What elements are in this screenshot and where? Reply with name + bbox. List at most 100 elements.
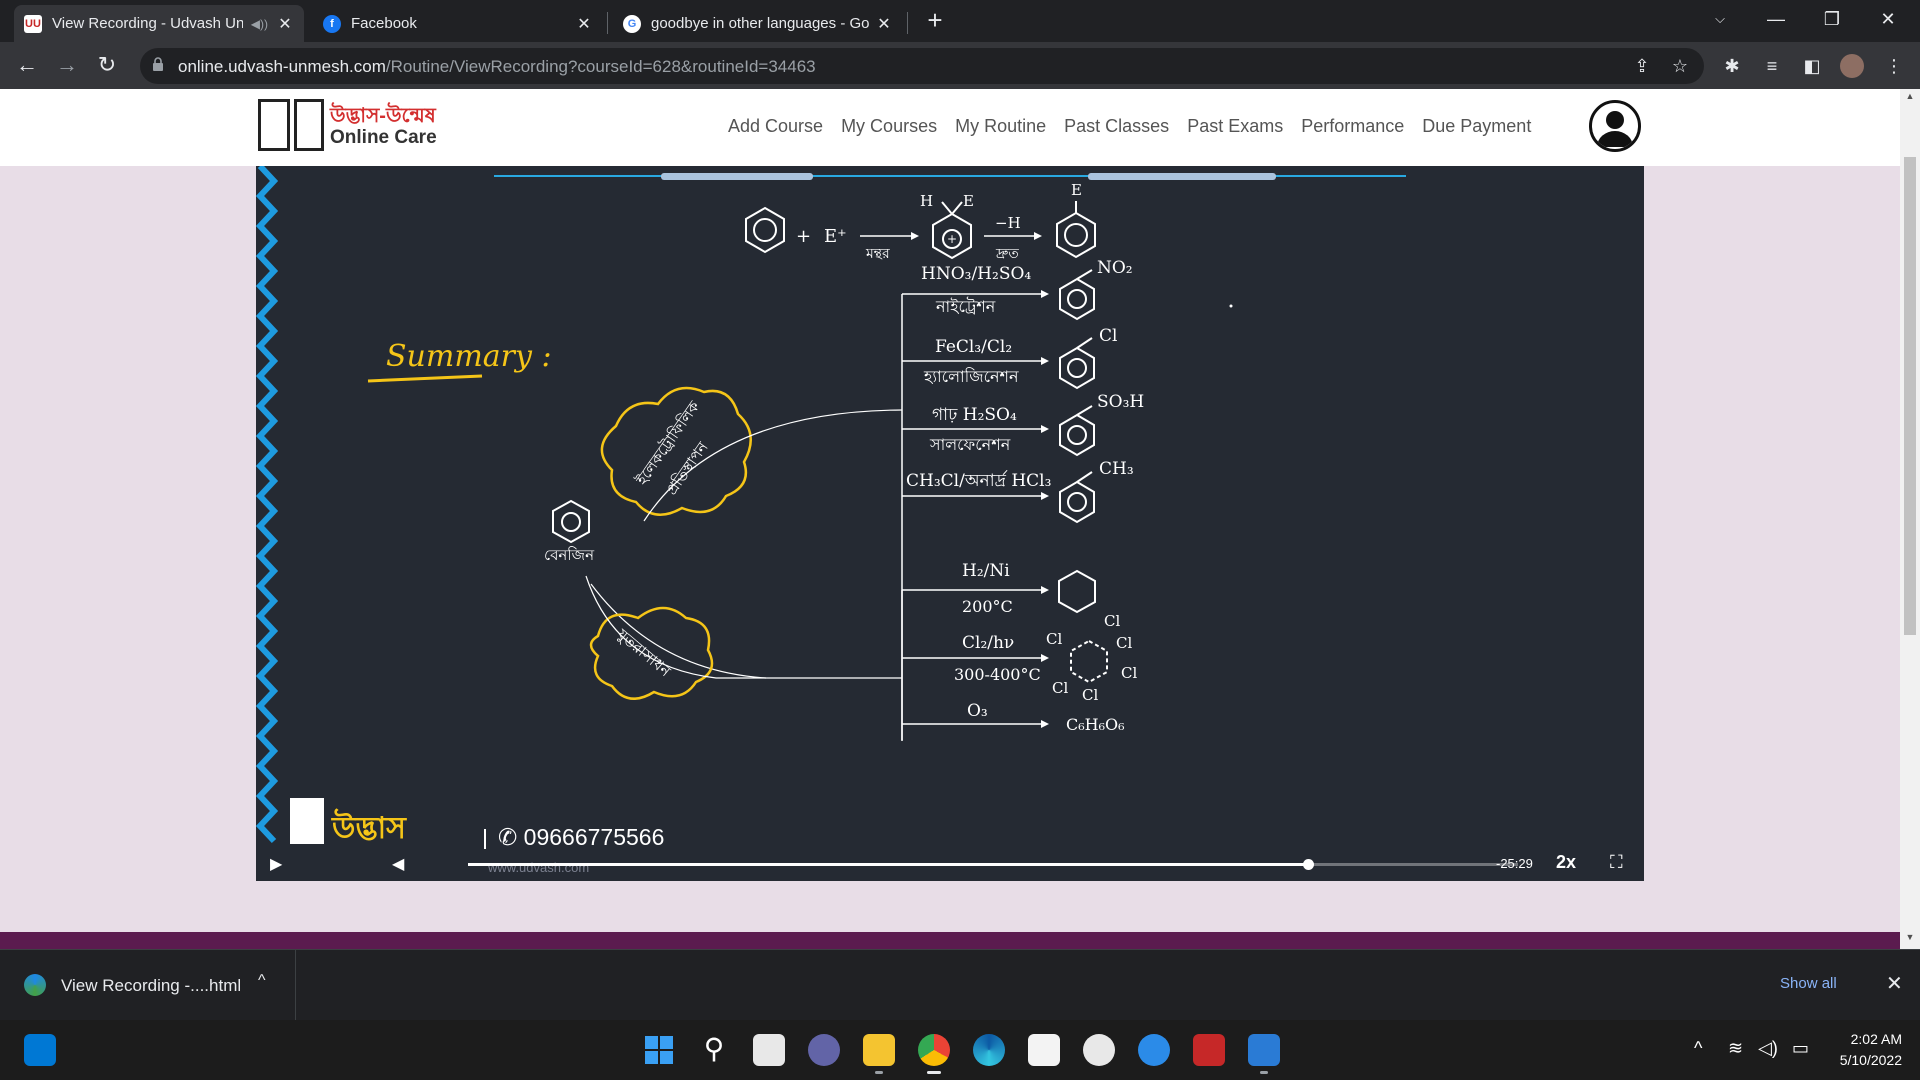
scroll-down-icon[interactable]: ▼ [1900,932,1920,942]
side-panel-icon[interactable]: ◧ [1800,54,1824,78]
logo-mark-u [258,99,290,151]
tab-divider [907,12,908,34]
help-icon[interactable] [1138,1034,1170,1066]
tray-chevron-icon[interactable]: ^ [1694,1038,1702,1059]
plus-sign: + [796,226,811,247]
bookmark-star-icon[interactable]: ☆ [1668,54,1692,78]
wifi-icon[interactable]: ≋ [1728,1038,1743,1059]
reagent-sulfonation: গাঢ় H₂SO₄ [932,405,1017,425]
user-profile-icon[interactable] [1589,100,1641,152]
new-tab-button[interactable]: + [920,6,950,36]
tab-close-icon[interactable]: ✕ [575,14,593,34]
reagent-hydrogenation: H₂/Ni [962,561,1010,581]
store-icon[interactable] [1028,1034,1060,1066]
tab-audio-icon[interactable]: ◀︎)) [251,17,268,31]
forward-icon[interactable]: → [52,50,82,80]
address-bar[interactable]: online.udvash-unmesh.com/Routine/ViewRec… [140,48,1704,84]
back-icon[interactable]: ← [12,50,42,80]
cyclohexane [1058,569,1096,614]
nav-my-routine[interactable]: My Routine [955,116,1046,137]
nav-performance[interactable]: Performance [1301,116,1404,137]
restore-icon[interactable]: ❐ [1804,0,1860,38]
playback-speed[interactable]: 2x [1556,852,1576,873]
benzene-center [552,499,590,544]
fast-arrowhead [1034,232,1042,240]
seek-knob[interactable] [1303,859,1314,870]
site-header: উদ্ভাস-উন্মেষ Online Care Add Course My … [0,89,1900,166]
download-filename: View Recording -....html [61,976,242,995]
battery-icon[interactable]: ▭ [1792,1038,1809,1059]
nav-due-payment[interactable]: Due Payment [1422,116,1531,137]
e-label-product: E [1071,181,1082,199]
tab-view-recording[interactable]: UU View Recording - Udvash Un ◀︎)) ✕ [14,5,304,42]
menu-kebab-icon[interactable]: ⋮ [1882,54,1906,78]
hcc-cl-2: Cl [1116,634,1132,652]
mcafee-icon[interactable] [1193,1034,1225,1066]
share-icon[interactable]: ⇪ [1630,54,1654,78]
tab-google[interactable]: G goodbye in other languages - Go ✕ [613,5,903,42]
nav-past-classes[interactable]: Past Classes [1064,116,1169,137]
video-player[interactable]: + E⁺ মন্থর + H E −H দ্রুত E Summary : HN… [256,166,1644,881]
teams-chat-icon[interactable] [808,1034,840,1066]
tab-close-icon[interactable]: ✕ [276,14,294,34]
substituted-benzene [1056,201,1096,259]
tab-close-icon[interactable]: ✕ [875,14,893,34]
media-controls-icon[interactable]: ≡ [1760,54,1784,78]
brand-mark [290,798,324,844]
product-sulfonic: SO₃H [1097,392,1144,412]
task-view-icon[interactable] [753,1034,785,1066]
name-sulfonation: সালফেনেশন [929,435,1011,454]
download-item[interactable]: View Recording -....html ^ [0,950,296,1021]
profile-avatar-icon[interactable] [1840,54,1864,78]
app-icon[interactable] [1083,1034,1115,1066]
nav-my-courses[interactable]: My Courses [841,116,937,137]
play-icon[interactable]: ▶ [270,854,282,874]
page-scrollbar[interactable]: ▲ ▼ [1900,89,1920,949]
arrowhead [1041,290,1049,298]
speaker-icon[interactable]: ◁) [1758,1038,1778,1059]
show-all-button[interactable]: Show all [1780,975,1837,992]
summary-underline [367,374,483,383]
fullscreen-icon[interactable]: ⛶ [1610,852,1623,873]
widgets-icon[interactable] [24,1034,56,1066]
nav-past-exams[interactable]: Past Exams [1187,116,1283,137]
arrowhead [1041,586,1049,594]
close-shelf-icon[interactable]: ✕ [1886,971,1903,996]
volume-icon[interactable]: ◀ [392,854,404,874]
chevron-up-icon[interactable]: ^ [258,972,266,990]
tab-title: Facebook [351,15,417,32]
udvash-logo[interactable]: উদ্ভাস-উন্মেষ Online Care [258,99,443,155]
minimize-icon[interactable]: — [1748,0,1804,38]
close-window-icon[interactable]: ✕ [1860,0,1916,38]
running-indicator [1260,1071,1268,1074]
search-icon[interactable]: ⚲ [698,1034,730,1066]
edge-file-icon [24,974,46,996]
extensions-icon[interactable]: ✱ [1720,54,1744,78]
nitrobenzene [1059,269,1095,321]
edge-icon[interactable] [973,1034,1005,1066]
scroll-up-icon[interactable]: ▲ [1900,91,1920,101]
h-label: H [920,192,933,210]
logo-mark-flame [294,99,324,151]
product-methyl: CH₃ [1099,459,1134,479]
start-icon[interactable] [643,1034,675,1066]
tab-search-chevron-icon[interactable]: ⌵ [1692,0,1748,38]
tab-facebook[interactable]: f Facebook ✕ [313,5,603,42]
seek-bar[interactable] [468,859,1518,870]
photos-icon[interactable] [1248,1034,1280,1074]
reload-icon[interactable]: ↻ [92,50,122,80]
chrome-icon[interactable] [918,1034,950,1074]
arrowhead [1041,357,1049,365]
hcc-cl-3: Cl [1121,664,1137,682]
file-explorer-icon[interactable] [863,1034,895,1074]
arenium-intermediate [932,201,972,260]
hcc-cl-4: Cl [1082,686,1098,704]
scrollbar-thumb[interactable] [1904,157,1916,635]
udvash-favicon-icon: UU [24,14,42,33]
lock-icon[interactable] [152,57,164,71]
logo-subtitle: Online Care [330,127,437,148]
nav-add-course[interactable]: Add Course [728,116,823,137]
arrowhead [1041,654,1049,662]
taskbar-clock[interactable]: 2:02 AM 5/10/2022 [1818,1029,1902,1071]
reagent-chlorination: Cl₂/hν [962,633,1014,653]
